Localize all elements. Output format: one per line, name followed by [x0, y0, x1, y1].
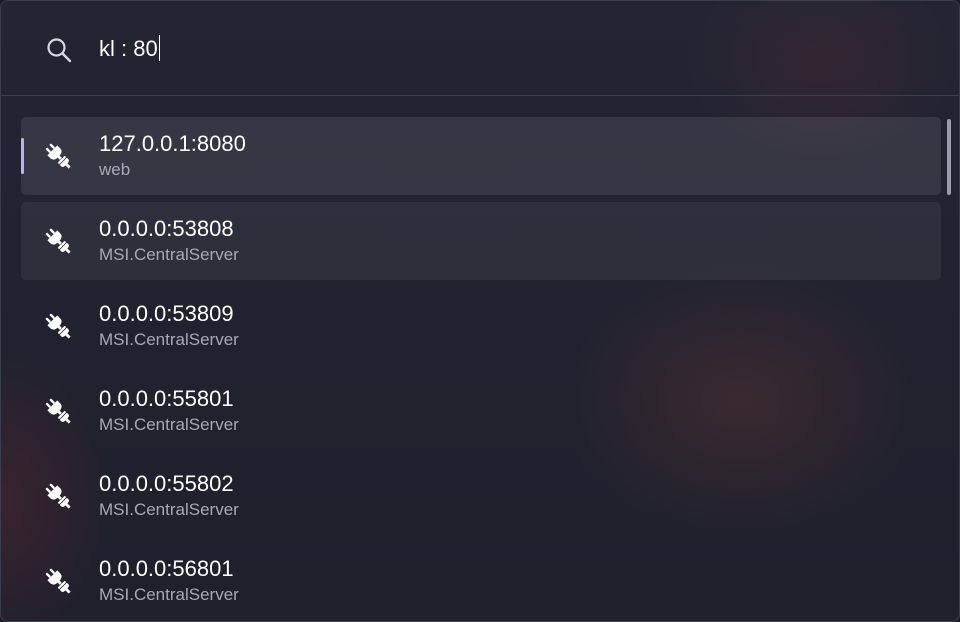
result-subtitle: MSI.CentralServer: [99, 500, 239, 519]
result-title: 0.0.0.0:56801: [99, 556, 234, 581]
result-subtitle: MSI.CentralServer: [99, 245, 239, 264]
launcher-window: kl : 80 127.0.0.1:8080 web 0.0.0.0:53808…: [0, 0, 960, 622]
result-subtitle: MSI.CentralServer: [99, 330, 239, 349]
scrollbar-thumb[interactable]: [947, 119, 951, 195]
plug-icon: [45, 398, 71, 424]
result-item[interactable]: 0.0.0.0:56801 MSI.CentralServer: [21, 542, 941, 620]
search-query: kl : 80: [99, 36, 158, 61]
result-title: 0.0.0.0:55802: [99, 471, 234, 496]
result-subtitle: MSI.CentralServer: [99, 415, 239, 434]
plug-icon: [45, 313, 71, 339]
result-item[interactable]: 0.0.0.0:55802 MSI.CentralServer: [21, 457, 941, 535]
result-title: 0.0.0.0:55801: [99, 386, 234, 411]
result-item[interactable]: 0.0.0.0:53808 MSI.CentralServer: [21, 202, 941, 280]
plug-icon: [45, 143, 71, 169]
plug-icon: [45, 228, 71, 254]
plug-icon: [45, 568, 71, 594]
text-caret: [158, 35, 160, 61]
result-title: 0.0.0.0:53809: [99, 301, 234, 326]
result-subtitle: MSI.CentralServer: [99, 585, 239, 604]
result-item[interactable]: 0.0.0.0:55801 MSI.CentralServer: [21, 372, 941, 450]
selection-indicator: [21, 138, 24, 174]
result-title: 0.0.0.0:53808: [99, 216, 234, 241]
results-list: 127.0.0.1:8080 web 0.0.0.0:53808 MSI.Cen…: [21, 117, 941, 617]
result-title: 127.0.0.1:8080: [99, 131, 246, 156]
plug-icon: [45, 483, 71, 509]
result-item[interactable]: 0.0.0.0:53809 MSI.CentralServer: [21, 287, 941, 365]
result-item[interactable]: 127.0.0.1:8080 web: [21, 117, 941, 195]
search-icon: [47, 38, 72, 63]
search-bar: kl : 80: [1, 1, 959, 96]
search-input[interactable]: kl : 80: [99, 31, 899, 67]
result-subtitle: web: [99, 160, 131, 179]
